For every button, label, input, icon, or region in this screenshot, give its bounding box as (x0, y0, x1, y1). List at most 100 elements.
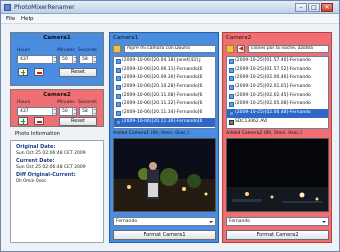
camera1-path-input[interactable]: mpré mi camara con Douha (124, 45, 216, 53)
folder-icon[interactable] (226, 45, 234, 53)
file-name: (2009-10-06)[20.06.11]-Fernando[6 (122, 66, 203, 72)
spin-arrows-icon[interactable] (72, 108, 76, 115)
file-name: (2009-10-25)[02.01.01]-Fernando (235, 84, 311, 90)
diff-value: 0h 0min 0sec (16, 179, 47, 184)
file-name: (2009-10-06)[20.04.18]-Janet[43].J (122, 58, 201, 63)
close-icon: ✕ (324, 4, 330, 11)
spin-arrows-icon[interactable] (92, 56, 96, 63)
night-photo-image (114, 139, 215, 211)
minutes-label: Minutes (57, 100, 75, 105)
file-name: (2009-10-25)[02.02.45]-Fernando (235, 92, 311, 98)
file-name: (2009-10-25)[01.57.52]-Fernando (235, 66, 311, 72)
reset-button[interactable]: Reset (59, 117, 97, 126)
subtract-time-button[interactable] (34, 117, 44, 125)
hours-stepper[interactable]: 437 (17, 55, 57, 64)
spin-arrows-icon[interactable] (52, 56, 56, 63)
file-list-item[interactable]: (2009-10-06)[20.06.11]-Fernando[6 (114, 66, 215, 75)
camera1-owner-select[interactable]: Fernando (113, 217, 216, 226)
folder-icon[interactable] (113, 45, 121, 53)
file-list-item[interactable]: (2009-10-25)[02.00.46]-Fernando (227, 74, 328, 83)
file-name: (2009-10-06)[20.09.30]-Fernando[6 (122, 75, 203, 81)
current-date-value: Sun Oct 25 02:06:48 CET 2009 (16, 165, 86, 170)
format-camera2-button[interactable]: Format Camera2 (226, 230, 329, 240)
chevron-down-icon (209, 220, 213, 223)
image-file-icon (115, 85, 121, 91)
file-name: (2009-10-06)[20.10.28]-Fernando[6 (122, 84, 203, 90)
seconds-stepper[interactable]: 58 (79, 55, 97, 64)
image-file-icon (115, 67, 121, 73)
seconds-value: 58 (82, 109, 88, 114)
hours-label: Hours (17, 100, 31, 105)
file-list-item[interactable]: (2009-10-06)[20.10.28]-Fernando[6 (114, 83, 215, 92)
spin-arrows-icon[interactable] (52, 108, 56, 115)
file-list-item[interactable]: (2009-10-25)[02.05.08]-Fernando (227, 100, 328, 109)
file-name: (2009-10-25)[01.57.40]-Fernando (235, 58, 311, 63)
camera1-file-list[interactable]: (2009-10-06)[20.04.18]-Janet[43].J (2009-… (113, 56, 216, 129)
camera2-owner-select[interactable]: Fernando (226, 217, 329, 226)
app-icon (4, 4, 11, 11)
image-file-icon (228, 93, 234, 99)
camera2-path-input[interactable]: ciones por la noche, azotea (248, 45, 329, 53)
image-file-icon (115, 119, 121, 125)
file-name: (2009-10-06)[20.11.36]-Fernando[6 (122, 118, 203, 124)
current-date-label: Current Date: (16, 158, 55, 164)
image-file-icon (228, 59, 234, 64)
menu-file[interactable]: File (6, 16, 15, 22)
file-list-item[interactable]: (2009-10-25)[01.57.52]-Fernando (227, 66, 328, 75)
reset-button[interactable]: Reset (59, 68, 97, 77)
minutes-stepper[interactable]: 50 (59, 107, 77, 116)
file-list-item[interactable]: (2009-10-06)[20.11.08]-Fernando[6 (114, 92, 215, 101)
minutes-value: 50 (62, 57, 68, 62)
add-time-button[interactable] (18, 68, 28, 76)
image-file-icon (228, 67, 234, 73)
image-file-icon (115, 93, 121, 99)
maximize-button[interactable]: □ (308, 3, 320, 12)
night-photo-image (227, 139, 328, 211)
file-list-item[interactable]: (2009-10-06)[20.11.34]-Fernando[6 (114, 109, 215, 118)
spin-arrows-icon[interactable] (92, 108, 96, 115)
file-list-item[interactable]: (2009-10-25)[02.06.48]-Fernando (227, 109, 328, 118)
file-list-item[interactable]: (2009-10-06)[20.11.36]-Fernando[6 (114, 117, 215, 127)
menu-help[interactable]: Help (21, 16, 34, 22)
image-file-icon (228, 102, 234, 108)
hours-stepper[interactable]: 437 (17, 107, 57, 116)
seconds-stepper[interactable]: 58 (79, 107, 97, 116)
hours-value: 437 (20, 57, 29, 62)
minimize-icon: – (299, 4, 303, 11)
image-file-icon (115, 111, 121, 117)
title-bar: PhotoMixerRenamer – □ ✕ (1, 1, 339, 14)
file-list-item[interactable]: (2009-10-25)[02.02.45]-Fernando (227, 92, 328, 101)
minutes-label: Minutes (57, 48, 75, 53)
camera2-photo-preview (226, 138, 329, 212)
maximize-icon: □ (311, 4, 317, 11)
seconds-label: Seconds (78, 100, 97, 105)
spin-arrows-icon[interactable] (72, 56, 76, 63)
file-list-item[interactable]: (2009-10-25)[02.01.01]-Fernando (227, 83, 328, 92)
file-list-item[interactable]: SDC13062.AVI (227, 118, 328, 127)
close-button[interactable]: ✕ (321, 3, 333, 12)
camera1-panel-title: Camera1 (113, 35, 139, 41)
add-time-button[interactable] (18, 117, 28, 125)
camera1-added-label: Added Camera1 (0h, 0min, 0sec.) (113, 131, 189, 136)
camera2-file-list[interactable]: (2009-10-25)[01.57.40]-Fernando (2009-10-… (226, 56, 329, 129)
seconds-value: 58 (82, 57, 88, 62)
camera2-added-label: Added Camera2 (0h, 0min, 0sec.) (226, 131, 302, 136)
file-list-item[interactable]: (2009-10-25)[01.57.40]-Fernando (227, 57, 328, 66)
minutes-stepper[interactable]: 50 (59, 55, 77, 64)
image-file-icon (115, 59, 121, 64)
file-list-item[interactable]: (2009-10-06)[20.11.32]-Fernando[6 (114, 100, 215, 109)
file-name: (2009-10-25)[02.00.46]-Fernando (235, 75, 311, 81)
window-title: PhotoMixerRenamer (14, 4, 75, 11)
minimize-button[interactable]: – (295, 3, 307, 12)
image-file-icon (228, 76, 234, 82)
menu-bar: File Help (1, 14, 339, 24)
file-name: (2009-10-25)[02.05.08]-Fernando (235, 101, 311, 107)
back-arrow-icon[interactable]: ◀ (237, 45, 245, 53)
file-list-item[interactable]: (2009-10-06)[20.09.30]-Fernando[6 (114, 74, 215, 83)
app-window: PhotoMixerRenamer – □ ✕ File Help Camera… (0, 0, 340, 252)
format-camera1-button[interactable]: Format Camera1 (113, 230, 216, 240)
file-list-item[interactable]: (2009-10-06)[20.04.18]-Janet[43].J (114, 57, 215, 66)
camera1-photo-preview (113, 138, 216, 212)
image-file-icon (115, 76, 121, 82)
subtract-time-button[interactable] (34, 68, 44, 76)
